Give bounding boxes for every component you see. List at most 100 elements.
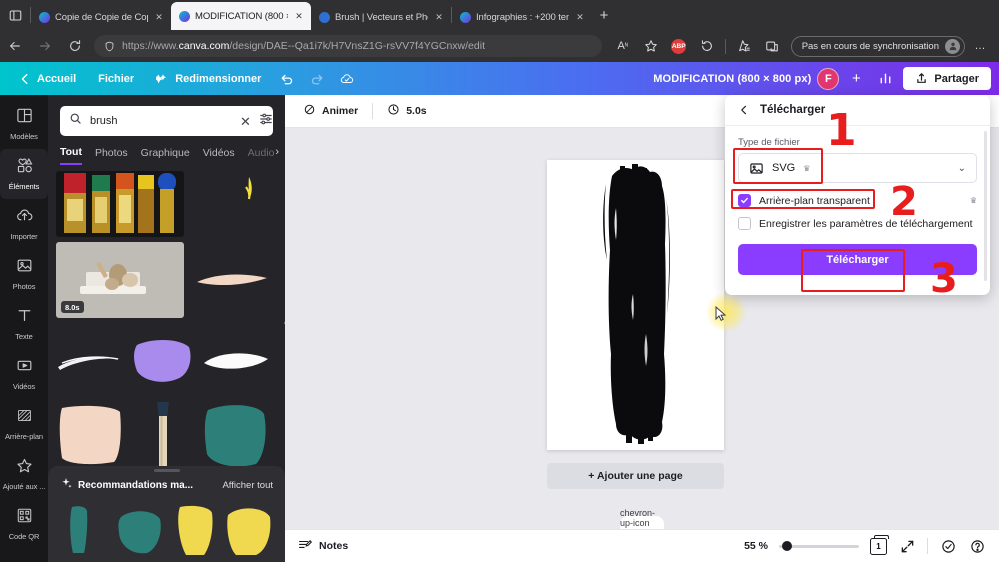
history-icon[interactable]: [694, 34, 720, 58]
design-canvas-page[interactable]: [547, 160, 724, 450]
element-thumbnail[interactable]: [129, 398, 197, 470]
element-thumbnail[interactable]: [202, 398, 270, 470]
file-type-select[interactable]: SVG ♛ ⌄: [738, 153, 977, 183]
animate-button[interactable]: Animer: [295, 99, 366, 123]
reload-icon[interactable]: [60, 33, 90, 59]
fullscreen-icon[interactable]: [898, 537, 916, 555]
sidebar-item-photos[interactable]: Photos: [0, 249, 48, 299]
search-input[interactable]: [90, 115, 232, 127]
see-all-link[interactable]: Afficher tout: [222, 480, 273, 491]
star-outline-icon: [16, 457, 33, 479]
read-aloud-icon[interactable]: Aᴺ: [610, 34, 636, 58]
browser-settings-icon[interactable]: …: [967, 34, 993, 58]
close-icon[interactable]: ✕: [153, 11, 165, 23]
home-button[interactable]: Accueil: [8, 67, 86, 91]
close-icon[interactable]: ✕: [574, 11, 586, 23]
transparent-background-checkbox[interactable]: [738, 194, 751, 207]
check-circle-icon[interactable]: [939, 537, 957, 555]
sidebar-item-background[interactable]: Arrière-plan: [0, 399, 48, 449]
download-panel-title: Télécharger: [760, 104, 826, 116]
add-page-button[interactable]: + Ajouter une page: [547, 463, 724, 489]
duration-button[interactable]: 5.0s: [379, 99, 434, 123]
sidebar-item-text[interactable]: Texte: [0, 299, 48, 349]
element-thumbnail[interactable]: [189, 171, 277, 237]
sidebar-item-qrcode[interactable]: Code QR: [0, 499, 48, 549]
chevron-down-icon[interactable]: ⌄: [958, 163, 966, 174]
adblock-icon[interactable]: ABP: [666, 34, 692, 58]
resize-button[interactable]: Redimensionner: [146, 67, 271, 91]
sidebar-item-label: Modèles: [10, 132, 38, 141]
download-button[interactable]: Télécharger: [738, 244, 977, 275]
address-bar[interactable]: https://www.canva.com/design/DAE--Qa1i7k…: [94, 35, 602, 57]
sync-status-pill[interactable]: Pas en cours de synchronisation: [790, 35, 965, 57]
element-thumbnail[interactable]: [114, 503, 164, 555]
element-thumbnail[interactable]: [56, 171, 185, 237]
star-icon[interactable]: [638, 34, 664, 58]
left-rail: Modèles Éléments Importer Photos Texte V…: [0, 95, 48, 562]
browser-tab-4[interactable]: Infographies : +200 templates g ✕: [452, 4, 592, 30]
tab-overview-icon[interactable]: [0, 0, 30, 30]
cloud-saved-icon[interactable]: [333, 67, 361, 91]
panel-collapse-handle[interactable]: chevron-up-icon: [620, 508, 664, 529]
avatar[interactable]: F: [817, 67, 840, 90]
tab-photos[interactable]: Photos: [95, 147, 128, 164]
help-circle-icon[interactable]: [968, 537, 986, 555]
page-manager-icon[interactable]: 1: [870, 535, 889, 555]
browser-tab-2[interactable]: MODIFICATION (800 × 800 px) · ✕: [171, 2, 311, 30]
add-collaborator-button[interactable]: +: [845, 68, 867, 90]
clock-icon: [387, 103, 400, 119]
sidebar-item-videos[interactable]: Vidéos: [0, 349, 48, 399]
notes-button[interactable]: Notes: [298, 538, 348, 555]
tab-audio[interactable]: Audio: [248, 147, 275, 164]
tab-graphique[interactable]: Graphique: [141, 147, 190, 164]
zoom-slider-knob[interactable]: [782, 541, 792, 551]
sidebar-item-upload[interactable]: Importer: [0, 199, 48, 249]
brush-stroke-artwork[interactable]: [576, 164, 696, 444]
element-thumbnail[interactable]: [224, 503, 273, 555]
browser-tab-1[interactable]: Copie de Copie de Copie de Cop ✕: [31, 4, 171, 30]
browser-tab-3[interactable]: Brush | Vecteurs et Photos gratu ✕: [311, 4, 451, 30]
transparent-background-row[interactable]: Arrière-plan transparent ♛: [738, 194, 977, 207]
element-thumbnail[interactable]: [129, 323, 197, 393]
collections-icon[interactable]: [731, 34, 757, 58]
search-box[interactable]: ✕: [60, 106, 273, 136]
close-icon[interactable]: ✕: [293, 10, 305, 22]
recommendations-row: [60, 503, 273, 555]
redo-icon[interactable]: [303, 67, 331, 91]
forward-arrow-icon[interactable]: [30, 33, 60, 59]
download-panel-scrollbar[interactable]: [984, 131, 987, 281]
close-icon[interactable]: ✕: [240, 115, 251, 128]
element-thumbnail[interactable]: [56, 323, 124, 393]
browser-essentials-icon[interactable]: [759, 34, 785, 58]
save-settings-label: Enregistrer les paramètres de télécharge…: [759, 217, 973, 230]
tab-videos[interactable]: Vidéos: [203, 147, 235, 164]
save-settings-checkbox[interactable]: [738, 217, 751, 230]
element-thumbnail[interactable]: [169, 503, 219, 555]
back-arrow-icon[interactable]: [0, 33, 30, 59]
filter-sliders-icon[interactable]: [259, 112, 273, 131]
notes-icon: [298, 538, 313, 555]
new-tab-button[interactable]: +: [592, 3, 616, 27]
sidebar-item-elements[interactable]: Éléments: [0, 149, 48, 199]
save-settings-row[interactable]: Enregistrer les paramètres de télécharge…: [738, 217, 977, 230]
file-menu-button[interactable]: Fichier: [88, 68, 144, 90]
close-icon[interactable]: ✕: [433, 11, 445, 23]
element-thumbnail[interactable]: [56, 398, 124, 470]
share-button[interactable]: Partager: [903, 67, 991, 90]
sidebar-item-favorites[interactable]: Ajouté aux ...: [0, 449, 48, 499]
zoom-level: 55 %: [744, 540, 768, 552]
undo-icon[interactable]: [273, 67, 301, 91]
bar-chart-icon[interactable]: [873, 67, 897, 91]
zoom-slider[interactable]: [779, 541, 859, 551]
sidebar-item-templates[interactable]: Modèles: [0, 99, 48, 149]
element-thumbnail[interactable]: [189, 242, 277, 318]
chevron-right-icon[interactable]: ›: [275, 146, 279, 158]
drag-handle[interactable]: [153, 469, 180, 472]
element-thumbnail[interactable]: [60, 503, 109, 555]
canva-topbar-left: Accueil Fichier Redimensionner: [8, 67, 361, 91]
element-thumbnail[interactable]: [202, 323, 270, 393]
tab-tout[interactable]: Tout: [60, 146, 82, 165]
element-thumbnail-video[interactable]: 8.0s: [56, 242, 185, 318]
sidebar-item-more[interactable]: CO: [0, 549, 48, 562]
chevron-left-icon[interactable]: [738, 104, 750, 116]
